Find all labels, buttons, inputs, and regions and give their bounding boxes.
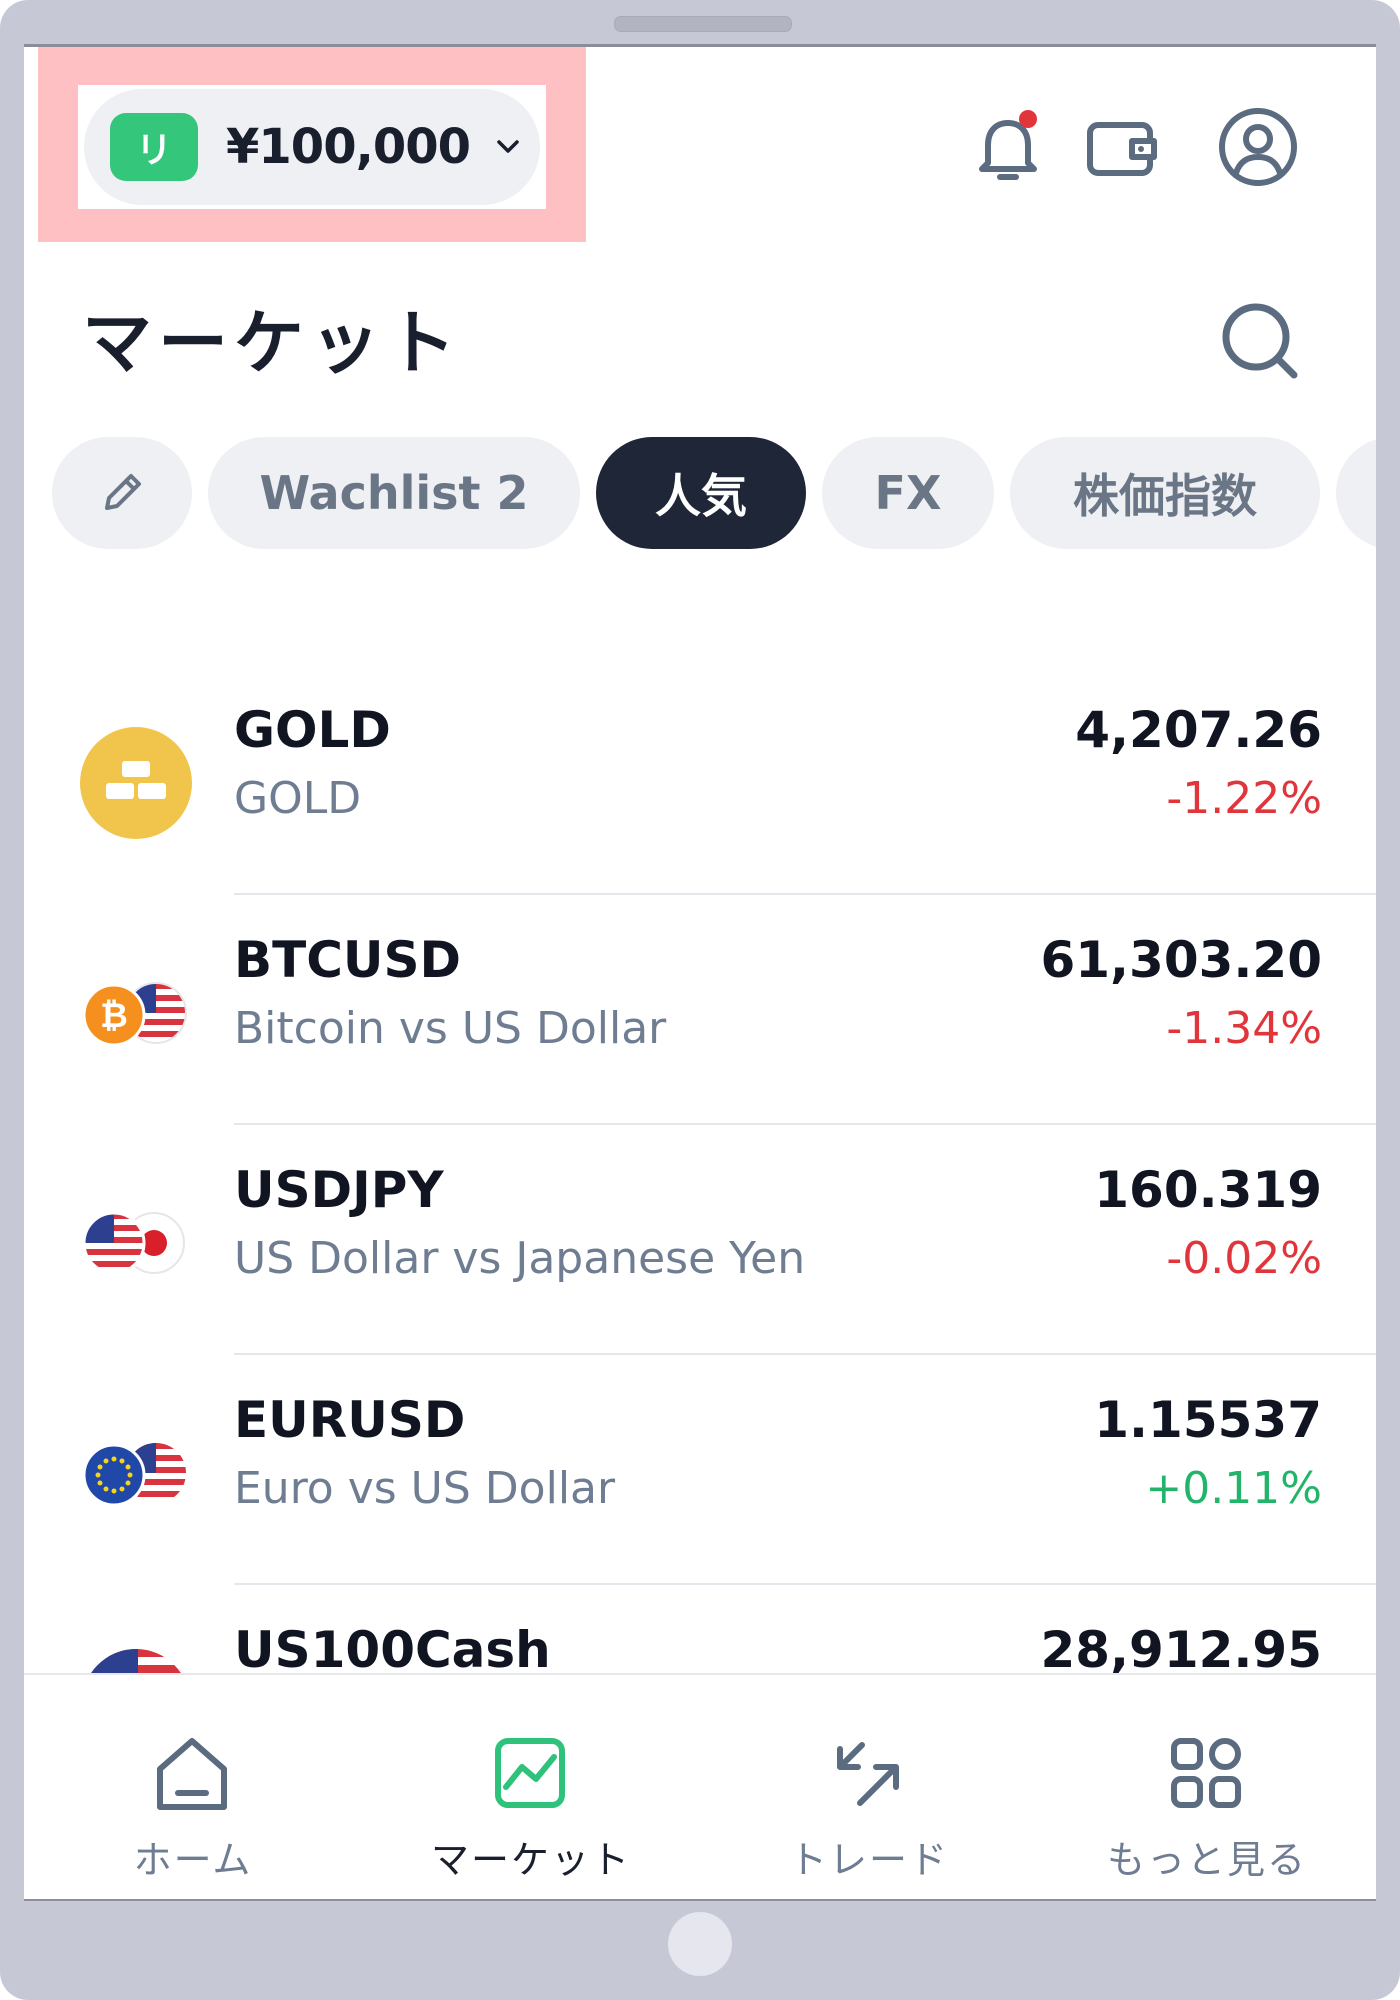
market-chart-icon	[495, 1738, 565, 1808]
bell-icon[interactable]	[958, 97, 1058, 197]
instrument-row-usdjpy[interactable]: USDJPY US Dollar vs Japanese Yen 160.319…	[24, 1125, 1376, 1355]
trade-arrows-icon	[837, 1742, 899, 1806]
pencil-icon	[105, 474, 141, 510]
instrument-symbol: GOLD	[234, 701, 391, 759]
chevron-down-icon	[497, 140, 519, 153]
instrument-name: GOLD	[234, 773, 362, 824]
more-grid-icon	[1171, 1738, 1241, 1808]
instrument-symbol: US100Cash	[234, 1621, 551, 1679]
instrument-row-btcusd[interactable]: ₿ BTCUSD Bitcoin vs US Dollar 61,303.20 …	[24, 895, 1376, 1125]
tab-popular[interactable]: 人気	[596, 437, 806, 549]
nav-label: ホーム	[133, 1838, 253, 1882]
instrument-name: Euro vs US Dollar	[234, 1463, 616, 1514]
instrument-symbol: USDJPY	[234, 1161, 444, 1219]
instrument-name: Bitcoin vs US Dollar	[234, 1003, 667, 1054]
usd-jpy-flag-icon	[82, 1211, 185, 1275]
instrument-price: 28,912.95	[1040, 1621, 1322, 1679]
instrument-change: -1.22%	[1166, 773, 1322, 824]
nav-label: トレード	[788, 1838, 949, 1882]
user-icon[interactable]	[1208, 97, 1308, 197]
btc-usd-flag-icon: ₿	[82, 982, 187, 1047]
nav-market[interactable]: マーケット	[362, 1675, 700, 1899]
instrument-row-gold[interactable]: GOLD GOLD 4,207.26 -1.22%	[24, 665, 1376, 895]
watchlist-tabs: Wachlist 2 人気 FX 株価指数	[24, 437, 1376, 553]
instrument-price: 61,303.20	[1040, 931, 1322, 989]
device-frame: リ ¥100,000 マーケット Wachlist 2 人気 FX 株価指数 G…	[0, 0, 1400, 2000]
bottom-navigation: ホーム マーケット トレード もっと見る	[24, 1673, 1376, 1899]
instrument-price: 160.319	[1094, 1161, 1322, 1219]
tab-stock-index[interactable]: 株価指数	[1010, 437, 1320, 549]
device-speaker	[614, 16, 792, 32]
account-type-badge: リ	[110, 113, 198, 181]
instrument-price: 4,207.26	[1075, 701, 1322, 759]
nav-label: もっと見る	[1106, 1838, 1307, 1882]
instrument-name: US Dollar vs Japanese Yen	[234, 1233, 806, 1284]
instrument-change: -1.34%	[1166, 1003, 1322, 1054]
nav-label: マーケット	[430, 1838, 631, 1882]
wallet-icon[interactable]	[1070, 97, 1170, 197]
app-screen: リ ¥100,000 マーケット Wachlist 2 人気 FX 株価指数 G…	[24, 44, 1376, 1901]
svg-text:₿: ₿	[100, 996, 128, 1036]
instrument-change: +0.11%	[1145, 1463, 1322, 1514]
nav-home[interactable]: ホーム	[24, 1675, 362, 1899]
instrument-change: -0.02%	[1166, 1233, 1322, 1284]
tab-fx[interactable]: FX	[822, 437, 994, 549]
instrument-price: 1.15537	[1094, 1391, 1322, 1449]
eur-usd-flag-icon	[82, 1443, 186, 1507]
tab-edit[interactable]	[52, 437, 192, 549]
account-balance-selector[interactable]: リ ¥100,000	[84, 89, 540, 205]
tab-watchlist-2[interactable]: Wachlist 2	[208, 437, 580, 549]
nav-more[interactable]: もっと見る	[1038, 1675, 1376, 1899]
instrument-symbol: BTCUSD	[234, 931, 462, 989]
instrument-row-eurusd[interactable]: EURUSD Euro vs US Dollar 1.15537 +0.11%	[24, 1355, 1376, 1585]
balance-amount: ¥100,000	[226, 119, 471, 175]
page-title: マーケット	[82, 302, 462, 384]
nav-trade[interactable]: トレード	[700, 1675, 1038, 1899]
tab-more-partial[interactable]	[1336, 437, 1376, 549]
search-icon[interactable]	[1212, 293, 1308, 389]
instrument-symbol: EURUSD	[234, 1391, 466, 1449]
device-home-button[interactable]	[668, 1912, 732, 1976]
home-icon	[157, 1738, 227, 1810]
gold-bars-icon	[80, 727, 192, 839]
